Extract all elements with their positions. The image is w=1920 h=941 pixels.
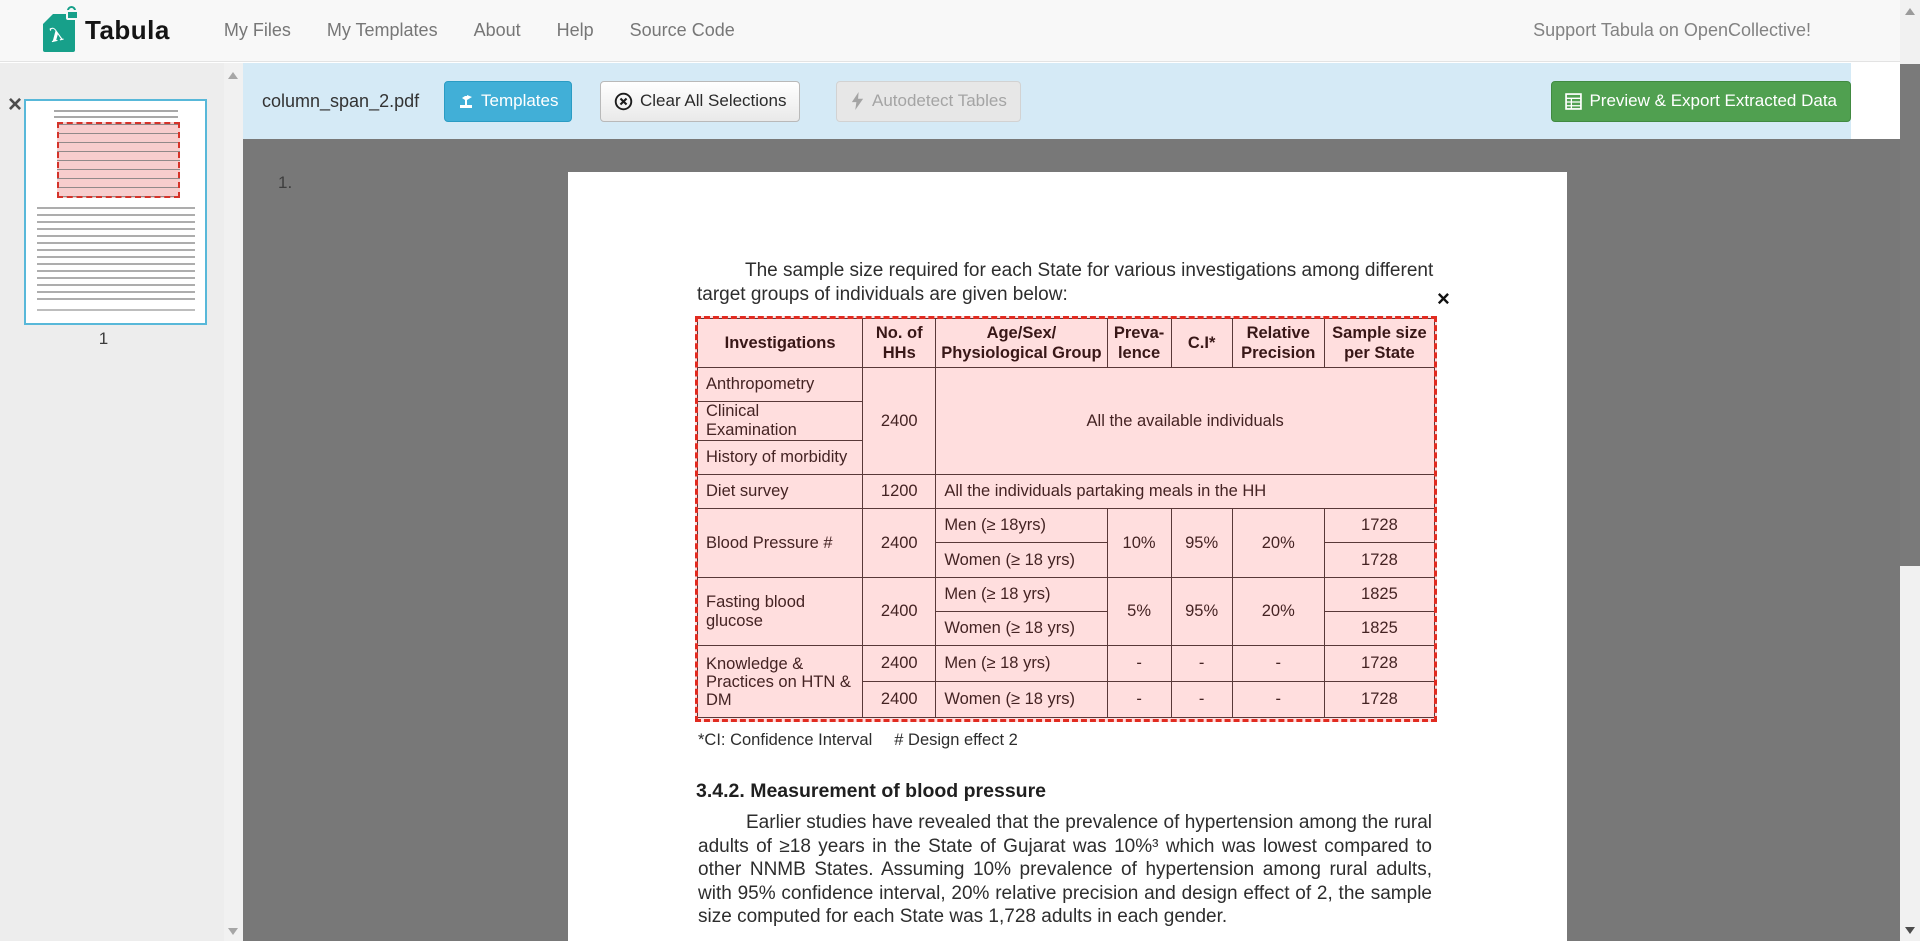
sidebar-scroll-down-icon[interactable] [228, 928, 238, 935]
intro-paragraph-line1: The sample size required for each State … [745, 260, 1433, 282]
navbar: λ Tabula My Files My Templates About Hel… [0, 0, 1900, 62]
scroll-down-icon[interactable] [1905, 927, 1915, 934]
toolbar: column_span_2.pdf Templates Clear All Se… [243, 63, 1851, 139]
thumbnail-selection-box [57, 122, 180, 198]
support-link[interactable]: Support Tabula on OpenCollective! [1533, 20, 1811, 41]
templates-icon [458, 93, 474, 109]
table-selection-box[interactable] [695, 316, 1437, 722]
export-button-label: Preview & Export Extracted Data [1589, 91, 1837, 111]
remove-page-icon[interactable]: × [8, 96, 22, 114]
table-footnote: *CI: Confidence Interval # Design effect … [698, 731, 1018, 750]
nav-help[interactable]: Help [539, 10, 612, 51]
templates-button-label: Templates [481, 91, 558, 111]
thumbnail-text-placeholder [37, 207, 195, 302]
window-scrollbar[interactable] [1900, 0, 1920, 941]
clear-button-label: Clear All Selections [640, 91, 786, 111]
intro-paragraph-line2: target groups of individuals are given b… [697, 284, 1068, 306]
autodetect-button-label: Autodetect Tables [872, 91, 1007, 111]
remove-selection-icon[interactable]: × [1437, 289, 1450, 309]
preview-export-button[interactable]: Preview & Export Extracted Data [1551, 81, 1851, 122]
open-filename: column_span_2.pdf [262, 91, 419, 112]
tabula-logo-icon: λ [43, 10, 79, 52]
nav-my-templates[interactable]: My Templates [309, 10, 456, 51]
brand-name: Tabula [85, 15, 170, 46]
autodetect-tables-button: Autodetect Tables [836, 81, 1021, 122]
thumbnail-page-number: 1 [0, 329, 207, 349]
page-number-label: 1. [278, 173, 292, 193]
thumbnail-paragraph-placeholder [54, 110, 178, 119]
sidebar-scrollbar[interactable] [224, 63, 243, 941]
nav-links: My Files My Templates About Help Source … [206, 10, 753, 51]
nav-about[interactable]: About [456, 10, 539, 51]
nav-my-files[interactable]: My Files [206, 10, 309, 51]
body-paragraph: Earlier studies have revealed that the p… [698, 811, 1432, 929]
brand[interactable]: λ Tabula [43, 10, 170, 52]
thumbnail-footer-placeholder [37, 309, 195, 311]
page-thumbnail-sidebar: × 1 [0, 63, 243, 941]
document-viewport: 1. The sample size required for each Sta… [243, 139, 1900, 941]
page-thumbnail[interactable] [24, 99, 207, 325]
sidebar-scroll-up-icon[interactable] [228, 72, 238, 79]
section-heading: 3.4.2. Measurement of blood pressure [696, 780, 1046, 803]
footnote-ci: *CI: Confidence Interval [698, 731, 872, 749]
pdf-page[interactable]: The sample size required for each State … [568, 172, 1567, 941]
spreadsheet-icon [1565, 93, 1582, 110]
nav-source-code[interactable]: Source Code [612, 10, 753, 51]
templates-button[interactable]: Templates [444, 81, 572, 122]
footnote-design-effect: # Design effect 2 [894, 731, 1018, 749]
scrollbar-thumb[interactable] [1900, 64, 1920, 566]
clear-all-selections-button[interactable]: Clear All Selections [600, 81, 800, 122]
lightning-icon [850, 92, 865, 110]
circle-x-icon [614, 92, 633, 111]
scroll-up-icon[interactable] [1905, 8, 1915, 15]
main-area: column_span_2.pdf Templates Clear All Se… [243, 63, 1900, 941]
